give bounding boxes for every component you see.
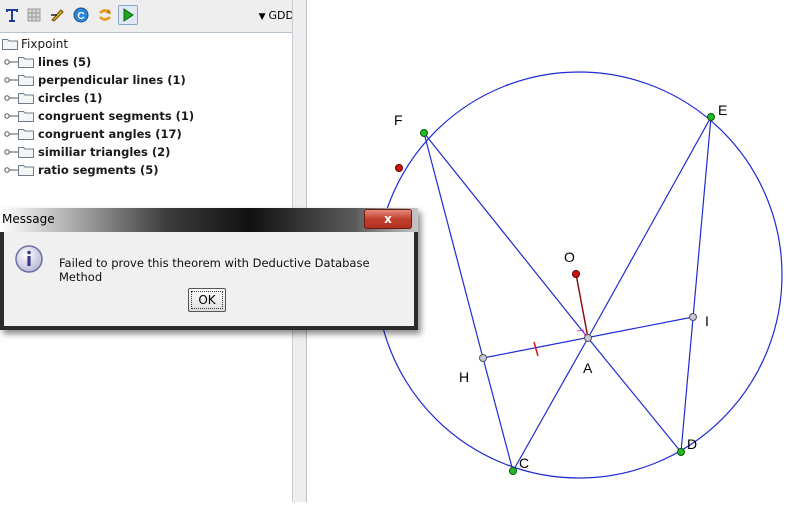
expander-icon [4, 95, 18, 101]
text-tool-button[interactable] [2, 5, 22, 25]
dialog-message: Failed to prove this theorem with Deduct… [59, 256, 370, 284]
segment-ed [680, 116, 712, 453]
dialog-title: Message [2, 212, 55, 226]
segment-hc [482, 357, 514, 472]
tree-item-perpendicular-lines[interactable]: perpendicular lines (1) [4, 71, 186, 89]
folder-icon [2, 39, 18, 50]
refresh-tool-button[interactable] [95, 5, 115, 25]
dialog-titlebar[interactable]: Message x [0, 208, 418, 232]
ok-button-label: OK [198, 293, 216, 307]
tree-item-circles[interactable]: circles (1) [4, 89, 102, 107]
svg-text:C: C [77, 11, 84, 22]
info-tool-icon: C [73, 7, 89, 23]
method-label: GDD [268, 9, 294, 22]
point-o[interactable] [572, 270, 580, 278]
label-e: E [718, 102, 727, 118]
label-h: H [459, 369, 469, 385]
edit-tool-icon [51, 9, 64, 22]
point-a[interactable] [584, 334, 592, 342]
folder-icon [18, 93, 34, 104]
close-icon: x [384, 212, 392, 226]
play-icon [123, 8, 134, 22]
tree-item-label: ratio segments (5) [38, 163, 159, 177]
tree-item-label: similiar triangles (2) [38, 145, 171, 159]
tree-item-label: lines (5) [38, 55, 92, 69]
folder-icon [18, 75, 34, 86]
text-tool-icon [6, 9, 18, 22]
tree-item-ratio-segments[interactable]: ratio segments (5) [4, 161, 158, 179]
dialog-body: Failed to prove this theorem with Deduct… [0, 232, 418, 330]
tree-item-label: circles (1) [38, 91, 103, 105]
tree-item-label: congruent angles (17) [38, 127, 182, 141]
point-h[interactable] [479, 354, 487, 362]
point-f[interactable] [420, 129, 428, 137]
folder-icon [18, 165, 34, 176]
tree-item-label: congruent segments (1) [38, 109, 195, 123]
label-d: D [687, 436, 697, 452]
segment-oa [575, 273, 589, 339]
tree-item-similiar-triangles[interactable]: similiar triangles (2) [4, 143, 170, 161]
folder-icon [18, 129, 34, 140]
segment-fa [423, 132, 589, 339]
point-extra[interactable] [395, 164, 403, 172]
tree-item-label: perpendicular lines (1) [38, 73, 186, 87]
grid-tool-button[interactable] [24, 5, 44, 25]
label-i: I [705, 313, 709, 329]
segment-ad [587, 337, 682, 453]
expander-icon [4, 167, 18, 173]
label-a: A [583, 360, 593, 376]
tree-item-congruent-angles[interactable]: congruent angles (17) [4, 125, 182, 143]
label-f: F [394, 112, 403, 128]
point-c[interactable] [509, 467, 517, 475]
right-angle-marker [576, 329, 586, 337]
folder-icon [18, 147, 34, 158]
label-c: C [519, 455, 529, 471]
tree-root-label: Fixpoint [21, 37, 69, 51]
tree-item-lines[interactable]: lines (5) [4, 53, 91, 71]
congruence-tick [533, 341, 539, 357]
grid-tool-icon [27, 8, 41, 22]
message-dialog: Message x Failed to prove this theorem w… [0, 208, 418, 330]
segment-ca [512, 337, 589, 472]
segment-ea [587, 116, 712, 339]
method-dropdown[interactable]: ▼ GDD [259, 9, 294, 22]
tree-root[interactable]: Fixpoint [2, 35, 68, 53]
expander-icon [4, 77, 18, 83]
play-button[interactable] [118, 5, 138, 25]
refresh-tool-icon [99, 9, 111, 21]
point-d[interactable] [677, 448, 685, 456]
info-tool-button[interactable]: C [71, 5, 91, 25]
expander-icon [4, 113, 18, 119]
point-e[interactable] [707, 113, 715, 121]
expander-icon [4, 149, 18, 155]
info-icon [15, 245, 43, 273]
folder-icon [18, 111, 34, 122]
expander-icon [4, 131, 18, 137]
segment-fh [423, 132, 484, 359]
tree-item-congruent-segments[interactable]: congruent segments (1) [4, 107, 194, 125]
ok-button[interactable]: OK [188, 288, 226, 312]
point-i[interactable] [689, 313, 697, 321]
edit-tool-button[interactable] [47, 5, 67, 25]
toolbar: C ▼ GDD [0, 0, 298, 30]
label-o: O [564, 249, 575, 265]
chevron-down-icon: ▼ [258, 12, 266, 22]
folder-icon [18, 57, 34, 68]
dialog-close-button[interactable]: x [364, 209, 412, 229]
expander-icon [4, 59, 18, 65]
